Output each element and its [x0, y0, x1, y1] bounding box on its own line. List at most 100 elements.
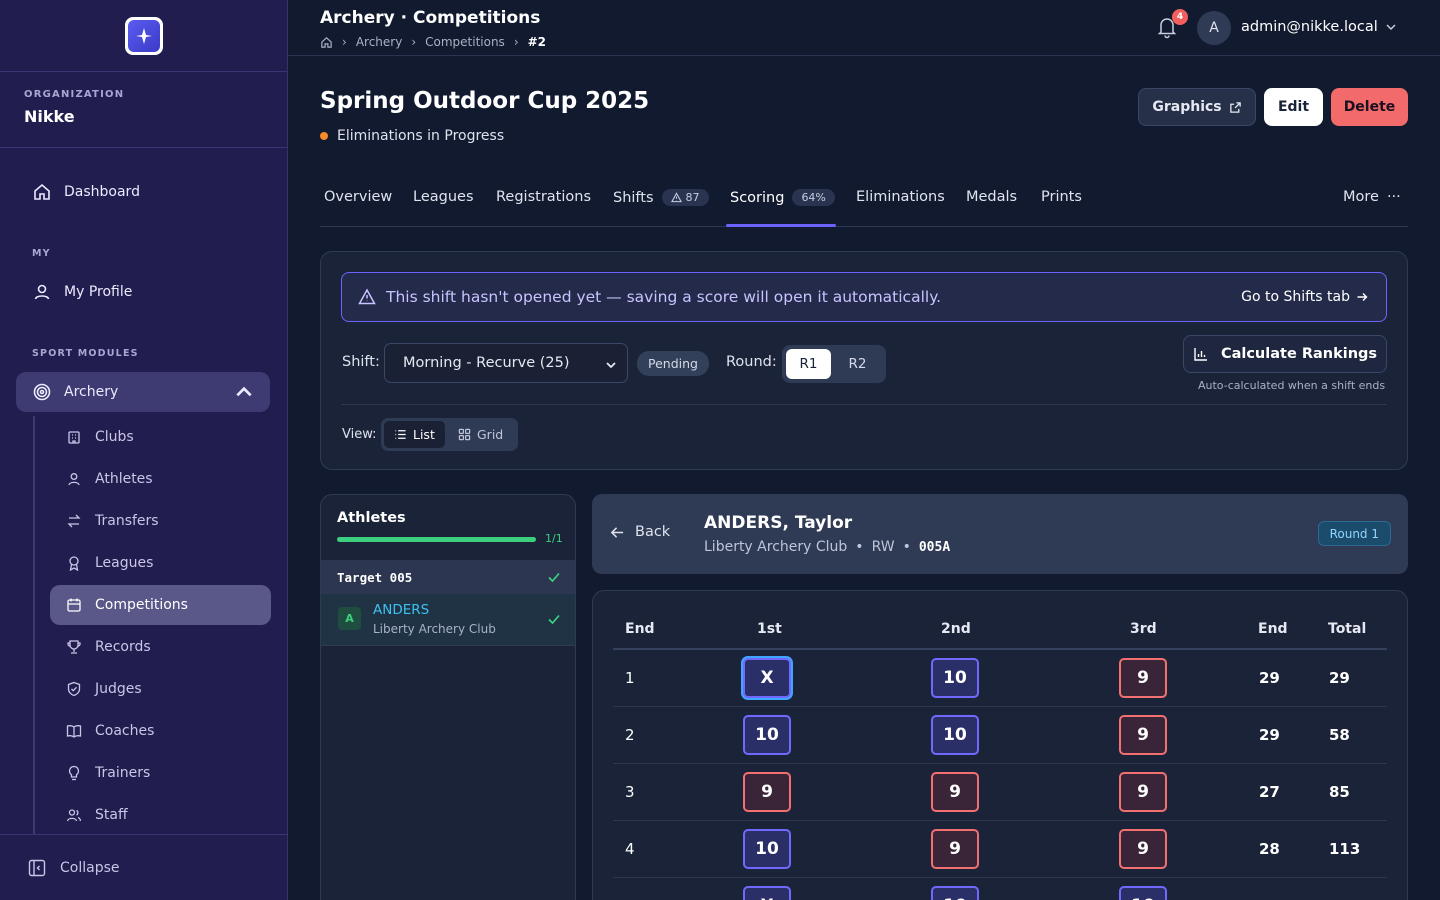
- round-r1-button[interactable]: R1: [786, 349, 831, 379]
- tab-shifts[interactable]: Shifts 87: [613, 189, 709, 206]
- shifts-count: 87: [685, 191, 700, 204]
- breadcrumb-competitions[interactable]: Competitions: [425, 35, 505, 49]
- score-table: End 1st 2nd 3rd End Total 1 X 10 9 29 29 2 10 10…: [592, 590, 1408, 900]
- end-number: 4: [625, 840, 635, 858]
- arrow-score-input[interactable]: X: [743, 658, 791, 698]
- sidebar-item-leagues[interactable]: Leagues: [50, 543, 271, 583]
- breadcrumb-archery[interactable]: Archery: [356, 35, 403, 49]
- end-total: 28: [1259, 840, 1280, 858]
- list-item[interactable]: A ANDERS Liberty Archery Club: [321, 594, 575, 646]
- chevron-down-icon: [606, 362, 616, 369]
- arrow-score-input[interactable]: 10: [931, 715, 979, 755]
- user-menu[interactable]: admin@nikke.local: [1241, 19, 1378, 35]
- athlete-division: RW: [871, 539, 895, 555]
- bar-chart-icon: [1194, 348, 1207, 361]
- nav-archery[interactable]: Archery: [16, 372, 270, 412]
- award-icon: [69, 556, 79, 571]
- edit-button[interactable]: Edit: [1264, 88, 1323, 126]
- tab-scoring-label: Scoring: [730, 189, 785, 206]
- tab-overview[interactable]: Overview: [324, 189, 392, 205]
- sidebar-item-transfers[interactable]: Transfers: [50, 501, 271, 541]
- chevron-down-icon[interactable]: [1385, 21, 1397, 33]
- warning-icon: [358, 288, 376, 305]
- view-label: View:: [342, 427, 377, 442]
- round-r2-button[interactable]: R2: [835, 349, 880, 379]
- arrow-score-input[interactable]: 10: [931, 886, 979, 900]
- trophy-icon: [67, 640, 81, 654]
- column-header-end: End: [625, 621, 655, 637]
- arrow-score-input[interactable]: 9: [931, 772, 979, 812]
- arrow-score-input[interactable]: 10: [931, 658, 979, 698]
- arrow-score-input[interactable]: 9: [931, 829, 979, 869]
- arrow-score-input[interactable]: 9: [1119, 772, 1167, 812]
- home-icon[interactable]: [320, 36, 333, 49]
- alert-link-label: Go to Shifts tab: [1241, 289, 1350, 305]
- users-icon: [66, 809, 82, 822]
- graphics-button[interactable]: Graphics: [1138, 88, 1256, 126]
- sidebar-item-records[interactable]: Records: [50, 627, 271, 667]
- sidebar-item-coaches[interactable]: Coaches: [50, 711, 271, 751]
- chevron-up-icon: [236, 386, 252, 397]
- table-row: 1 X 10 9 29 29: [613, 650, 1387, 707]
- arrow-score-input[interactable]: 10: [743, 715, 791, 755]
- shift-select[interactable]: Morning - Recurve (25): [384, 343, 628, 383]
- logo-icon: [127, 19, 160, 52]
- arrow-score-input[interactable]: X: [743, 886, 791, 900]
- arrow-score-input[interactable]: 10: [1119, 886, 1167, 900]
- submenu-line: [33, 416, 35, 834]
- tab-more[interactable]: More ···: [1343, 189, 1401, 205]
- sidebar-item-judges[interactable]: Judges: [50, 669, 271, 709]
- lightbulb-icon: [68, 765, 80, 781]
- calculate-note: Auto-calculated when a shift ends: [1198, 379, 1386, 392]
- tab-shifts-label: Shifts: [613, 189, 654, 206]
- arrow-score-input[interactable]: 9: [1119, 715, 1167, 755]
- tab-registrations[interactable]: Registrations: [496, 189, 591, 205]
- arrow-score-input[interactable]: 10: [743, 829, 791, 869]
- sidebar-item-competitions[interactable]: Competitions: [50, 585, 271, 625]
- avatar[interactable]: A: [1197, 11, 1231, 45]
- sidebar-item-staff[interactable]: Staff: [50, 795, 271, 835]
- running-total: 58: [1329, 726, 1350, 744]
- sidebar-item-label: Trainers: [95, 765, 151, 781]
- section-my: MY: [32, 248, 51, 259]
- sidebar-item-clubs[interactable]: Clubs: [50, 417, 271, 457]
- tab-leagues[interactable]: Leagues: [413, 189, 474, 205]
- tab-scoring[interactable]: Scoring 64%: [730, 189, 835, 206]
- calculate-rankings-button[interactable]: Calculate Rankings: [1183, 335, 1387, 373]
- nav-dashboard[interactable]: Dashboard: [16, 172, 270, 212]
- view-grid-label: Grid: [477, 427, 504, 442]
- separator-dot: •: [855, 539, 864, 555]
- end-number: 3: [625, 783, 635, 801]
- tab-eliminations[interactable]: Eliminations: [856, 189, 945, 205]
- shift-select-value: Morning - Recurve (25): [403, 355, 570, 371]
- shield-icon: [67, 681, 81, 697]
- athlete-club: Liberty Archery Club: [373, 622, 496, 636]
- sidebar-item-trainers[interactable]: Trainers: [50, 753, 271, 793]
- target-group-header[interactable]: Target 005: [321, 560, 575, 594]
- tab-prints[interactable]: Prints: [1041, 189, 1082, 205]
- column-header-total: Total: [1328, 621, 1367, 637]
- organization-name: Nikke: [24, 107, 75, 126]
- arrow-score-input[interactable]: 9: [1119, 658, 1167, 698]
- athlete-header: Back ANDERS, Taylor Liberty Archery Club…: [592, 494, 1408, 574]
- tab-medals[interactable]: Medals: [966, 189, 1017, 205]
- delete-button[interactable]: Delete: [1331, 88, 1408, 126]
- end-total: 29: [1259, 669, 1280, 687]
- view-grid-button[interactable]: Grid: [448, 421, 513, 448]
- organization-label: ORGANIZATION: [24, 89, 125, 100]
- view-list-button[interactable]: List: [384, 421, 445, 448]
- arrow-score-input[interactable]: 9: [1119, 829, 1167, 869]
- collapse-button[interactable]: Collapse: [0, 834, 288, 900]
- running-total: 113: [1329, 840, 1361, 858]
- arrow-score-input[interactable]: 9: [743, 772, 791, 812]
- nav-my-profile[interactable]: My Profile: [16, 272, 270, 312]
- check-icon: [548, 572, 560, 583]
- go-to-shifts-link[interactable]: Go to Shifts tab: [1241, 289, 1368, 305]
- back-button[interactable]: Back: [610, 524, 670, 540]
- athlete-name: ANDERS: [373, 602, 430, 618]
- user-icon: [68, 473, 80, 486]
- sidebar-item-athletes[interactable]: Athletes: [50, 459, 271, 499]
- sidebar-item-label: Clubs: [95, 429, 134, 445]
- app-logo[interactable]: [124, 16, 163, 55]
- calendar-icon: [67, 598, 81, 612]
